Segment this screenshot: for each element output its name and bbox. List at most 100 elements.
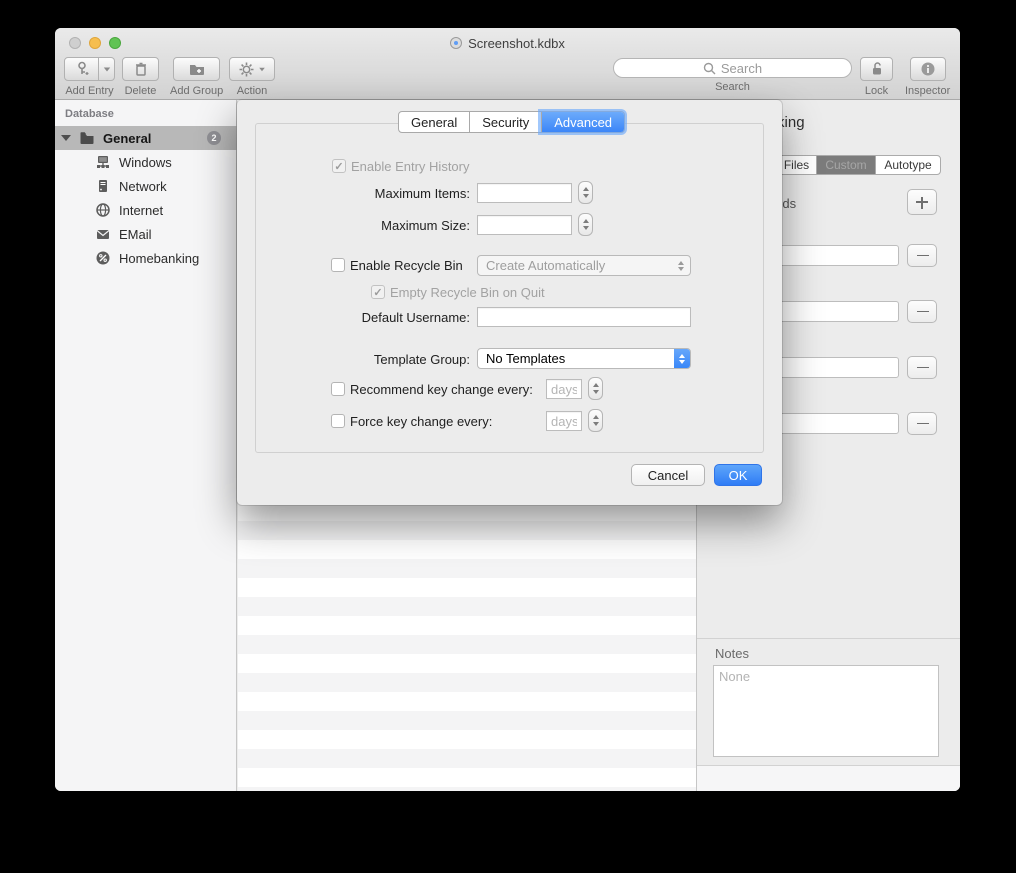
tab-files[interactable]: Files	[776, 156, 816, 174]
sidebar-section-header: Database	[65, 108, 114, 120]
window-title: Screenshot.kdbx	[468, 36, 565, 51]
action-label: Action	[229, 85, 275, 97]
check-icon: ✓	[334, 160, 343, 173]
remove-custom-field-button-4[interactable]	[907, 412, 937, 435]
sidebar-item-homebanking[interactable]: Homebanking	[55, 246, 237, 270]
add-entry-button[interactable]	[64, 57, 99, 81]
tab-general[interactable]: General	[399, 112, 469, 132]
inspector-button[interactable]	[910, 57, 946, 81]
inspector-label: Inspector	[905, 85, 950, 97]
stepper-down-icon	[583, 194, 589, 198]
recycle-bin-popup-value: Create Automatically	[486, 258, 605, 273]
remove-custom-field-button-1[interactable]	[907, 244, 937, 267]
stepper-up-icon	[593, 383, 599, 387]
default-username-input[interactable]	[477, 307, 691, 327]
stepper-down-icon	[593, 390, 599, 394]
action-button[interactable]	[229, 57, 275, 81]
enable-entry-history-label: Enable Entry History	[351, 159, 470, 174]
remove-custom-field-button-2[interactable]	[907, 300, 937, 323]
force-key-change-label: Force key change every:	[350, 414, 492, 429]
chevron-down-icon	[259, 67, 265, 71]
default-username-label: Default Username:	[330, 310, 470, 325]
sidebar-item-network[interactable]: Network	[55, 174, 237, 198]
notes-textarea[interactable]	[713, 665, 939, 757]
force-days-stepper[interactable]	[588, 409, 603, 432]
gear-icon	[239, 62, 254, 77]
info-icon	[920, 61, 936, 77]
tab-custom[interactable]: Custom	[816, 156, 875, 174]
empty-recycle-bin-checkbox[interactable]: ✓	[371, 285, 385, 299]
stepper-down-icon	[583, 226, 589, 230]
maximum-size-label: Maximum Size:	[330, 218, 470, 233]
inspector-footer	[697, 766, 960, 791]
titlebar: Screenshot.kdbx	[55, 34, 960, 52]
maximum-size-stepper[interactable]	[578, 213, 593, 236]
empty-recycle-bin-label: Empty Recycle Bin on Quit	[390, 285, 545, 300]
disclosure-triangle-icon[interactable]	[61, 135, 71, 141]
toolbar-item-lock: Lock	[860, 57, 893, 97]
divider	[697, 638, 960, 639]
key-plus-icon	[74, 61, 90, 77]
ok-button[interactable]: OK	[714, 464, 762, 486]
popup-chevrons-icon	[674, 349, 690, 368]
tab-security[interactable]: Security	[469, 112, 541, 132]
sidebar-item-windows[interactable]: Windows	[55, 150, 237, 174]
sidebar-item-email[interactable]: EMail	[55, 222, 237, 246]
search-icon	[703, 62, 716, 75]
document-proxy-icon	[450, 37, 462, 49]
enable-recycle-bin-label: Enable Recycle Bin	[350, 258, 463, 273]
percent-icon	[95, 250, 111, 266]
maximum-size-input[interactable]	[477, 215, 572, 235]
toolbar-item-add-group: Add Group	[170, 57, 223, 97]
sidebar: Database General 2	[55, 100, 237, 791]
template-group-label: Template Group:	[330, 352, 470, 367]
add-group-button[interactable]	[173, 57, 220, 81]
delete-button[interactable]	[122, 57, 159, 81]
toolbar-item-action: Action	[229, 57, 275, 97]
folder-icon	[79, 130, 95, 146]
envelope-icon	[95, 226, 111, 242]
recommend-days-stepper[interactable]	[588, 377, 603, 400]
enable-entry-history-checkbox[interactable]: ✓	[332, 159, 346, 173]
sidebar-item-label: General	[103, 131, 151, 146]
globe-icon	[95, 202, 111, 218]
recommend-key-change-label: Recommend key change every:	[350, 382, 533, 397]
lock-label: Lock	[860, 85, 893, 97]
tab-advanced[interactable]: Advanced	[541, 112, 624, 132]
search-input[interactable]: Search	[613, 58, 852, 78]
search-placeholder: Search	[721, 61, 762, 76]
add-entry-label: Add Entry	[64, 85, 115, 97]
stepper-up-icon	[583, 187, 589, 191]
add-group-label: Add Group	[170, 85, 223, 97]
toolbar-item-add-entry: Add Entry	[64, 57, 115, 97]
stepper-up-icon	[583, 219, 589, 223]
force-days-input[interactable]	[546, 411, 582, 431]
template-group-popup-value: No Templates	[486, 351, 565, 366]
maximum-items-label: Maximum Items:	[330, 186, 470, 201]
tab-autotype[interactable]: Autotype	[875, 156, 940, 174]
force-key-change-checkbox[interactable]	[331, 414, 345, 428]
enable-recycle-bin-checkbox[interactable]	[331, 258, 345, 272]
check-icon: ✓	[373, 286, 382, 299]
add-entry-dropdown-button[interactable]	[99, 57, 115, 81]
trash-icon	[133, 61, 149, 77]
recommend-days-input[interactable]	[546, 379, 582, 399]
cancel-button[interactable]: Cancel	[631, 464, 705, 486]
app-window: Screenshot.kdbx Add Entry	[55, 28, 960, 791]
server-icon	[95, 178, 111, 194]
popup-chevrons-icon	[678, 261, 684, 271]
recycle-bin-popup[interactable]: Create Automatically	[477, 255, 691, 276]
sidebar-item-general[interactable]: General 2	[55, 126, 237, 150]
maximum-items-input[interactable]	[477, 183, 572, 203]
sidebar-item-internet[interactable]: Internet	[55, 198, 237, 222]
sidebar-item-label: Internet	[119, 203, 163, 218]
maximum-items-stepper[interactable]	[578, 181, 593, 204]
remove-custom-field-button-3[interactable]	[907, 356, 937, 379]
add-custom-field-button[interactable]	[907, 189, 937, 215]
template-group-popup[interactable]: No Templates	[477, 348, 691, 369]
chevron-down-icon	[103, 67, 109, 71]
recommend-key-change-checkbox[interactable]	[331, 382, 345, 396]
stepper-down-icon	[593, 422, 599, 426]
lock-button[interactable]	[860, 57, 893, 81]
notes-label: Notes	[715, 646, 749, 661]
